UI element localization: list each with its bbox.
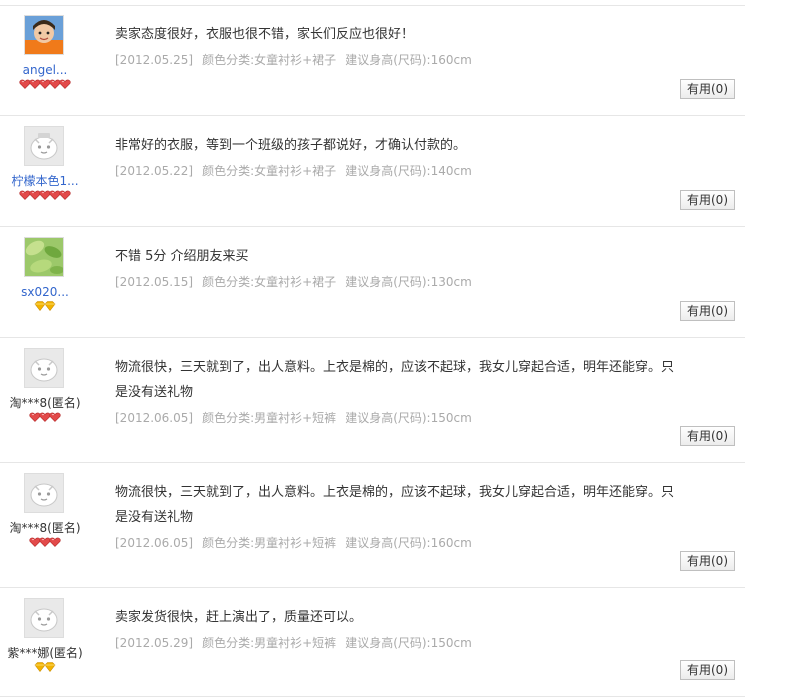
review-text: 不错 5分 介绍朋友来买 [115,249,249,264]
review-size: 建议身高(尺码):150cm [345,636,472,650]
review-size: 建议身高(尺码):160cm [345,53,472,67]
review-meta: [2012.05.25] 颜色分类:女童衬衫+裙子 建议身高(尺码):160cm [115,51,481,68]
review-size: 建议身高(尺码):140cm [345,164,472,178]
review-date: [2012.05.29] [115,636,194,650]
red-heart-icon [59,188,71,202]
review-meta: [2012.05.15] 颜色分类:女童衬衫+裙子 建议身高(尺码):130cm [115,273,481,290]
buyer-rank [0,190,90,202]
red-heart-icon [49,535,61,549]
review-text: 非常好的衣服，等到一个班级的孩子都说好，才确认付款的。 [115,138,467,153]
buyer-rank [0,412,90,424]
review-date: [2012.05.25] [115,53,194,67]
review-item: 淘***8(匿名) 物流很快，三天就到了，出人意料。上衣是棉的，应该不起球，我女儿… [0,338,745,463]
review-date: [2012.06.05] [115,411,194,425]
review-meta: [2012.06.05] 颜色分类:男童衬衫+短裤 建议身高(尺码):150cm [115,409,481,426]
review-size: 建议身高(尺码):150cm [345,411,472,425]
review-meta: [2012.05.22] 颜色分类:女童衬衫+裙子 建议身高(尺码):140cm [115,162,481,179]
avatar[interactable] [24,15,64,55]
review-text: 物流很快，三天就到了，出人意料。上衣是棉的，应该不起球，我女儿穿起合适，明年还能… [115,360,675,400]
useful-button[interactable]: 有用(0) [680,190,735,210]
review-item: angel... 卖家态度很好，衣服也很不错，家长们反应也很好！ [2012.05.… [0,5,745,116]
review-item: sx020... 不错 5分 介绍朋友来买 [2012.05.15] 颜色分类:女童衬… [0,227,745,338]
buyer-rank [0,301,90,313]
avatar[interactable] [24,348,64,388]
useful-button[interactable]: 有用(0) [680,79,735,99]
review-item: 淘***8(匿名) 物流很快，三天就到了，出人意料。上衣是棉的，应该不起球，我女儿… [0,463,745,588]
review-sku: 颜色分类:男童衬衫+短裤 [202,636,337,650]
review-sku: 颜色分类:男童衬衫+短裤 [202,536,337,550]
review-text: 卖家态度很好，衣服也很不错，家长们反应也很好！ [115,27,415,42]
reviewer-name: 紫***娜(匿名) [7,646,83,660]
useful-button[interactable]: 有用(0) [680,660,735,680]
avatar[interactable] [24,598,64,638]
buyer-rank [0,79,90,91]
useful-button[interactable]: 有用(0) [680,426,735,446]
reviewer-name[interactable]: sx020... [0,285,90,299]
review-meta: [2012.05.29] 颜色分类:男童衬衫+短裤 建议身高(尺码):150cm [115,634,481,651]
review-sku: 颜色分类:女童衬衫+裙子 [202,53,337,67]
reviewer-name[interactable]: angel... [0,63,90,77]
reviewer-name[interactable]: 柠檬本色1... [0,174,90,188]
useful-button[interactable]: 有用(0) [680,301,735,321]
avatar[interactable] [24,473,64,513]
review-sku: 颜色分类:女童衬衫+裙子 [202,164,337,178]
review-date: [2012.06.05] [115,536,194,550]
review-item: 柠檬本色1... 非常好的衣服，等到一个班级的孩子都说好，才确认付款的。 [2012… [0,116,745,227]
red-heart-icon [49,410,61,424]
avatar[interactable] [24,126,64,166]
reviewer-name: 淘***8(匿名) [9,396,81,410]
buyer-rank [0,537,90,549]
yellow-diamond-icon [44,299,56,313]
review-text: 卖家发货很快，赶上演出了，质量还可以。 [115,610,363,625]
red-heart-icon [59,77,71,91]
review-meta: [2012.06.05] 颜色分类:男童衬衫+短裤 建议身高(尺码):160cm [115,534,481,551]
review-sku: 颜色分类:男童衬衫+短裤 [202,411,337,425]
review-date: [2012.05.15] [115,275,194,289]
useful-button[interactable]: 有用(0) [680,551,735,571]
review-item: 紫***娜(匿名) 卖家发货很快，赶上演出了，质量还可以。 [2012.05.29]… [0,588,745,697]
review-size: 建议身高(尺码):130cm [345,275,472,289]
review-date: [2012.05.22] [115,164,194,178]
yellow-diamond-icon [44,660,56,674]
reviewer-name: 淘***8(匿名) [9,521,81,535]
review-text: 物流很快，三天就到了，出人意料。上衣是棉的，应该不起球，我女儿穿起合适，明年还能… [115,485,675,525]
avatar[interactable] [24,237,64,277]
review-sku: 颜色分类:女童衬衫+裙子 [202,275,337,289]
buyer-rank [0,662,90,674]
review-size: 建议身高(尺码):160cm [345,536,472,550]
